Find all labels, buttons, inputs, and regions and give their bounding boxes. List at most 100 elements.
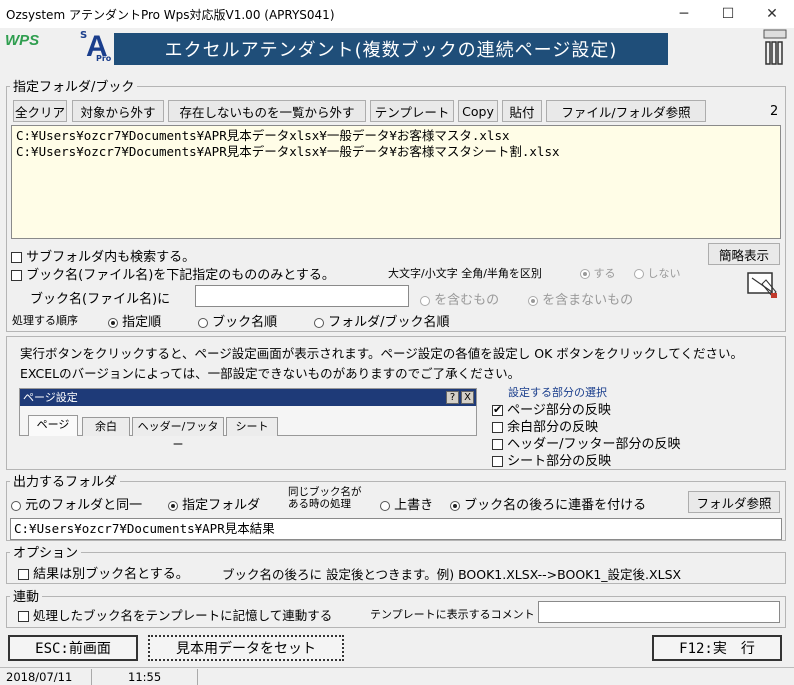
contains-radio[interactable]: [420, 295, 430, 306]
output-path-input[interactable]: C:¥Users¥ozcr7¥Documents¥APR見本結果: [10, 518, 782, 540]
clipboard-icon[interactable]: [760, 28, 790, 68]
overwrite-label: 上書き: [394, 498, 434, 513]
output-group-title: 出力するフォルダ: [10, 471, 121, 490]
tab-header-footer: ヘッダー/フッター: [132, 417, 224, 451]
same-name-label: 同じブック名が ある時の処理: [288, 486, 362, 510]
app-logo-pro: Pro: [96, 54, 112, 63]
esc-back-button[interactable]: ESC:前画面: [8, 635, 138, 661]
list-item[interactable]: C:¥Users¥ozcr7¥Documents¥APR見本データxlsx¥一般…: [16, 144, 776, 160]
link-template-option[interactable]: 処理したブック名をテンプレートに記憶して連動する: [18, 605, 332, 624]
overwrite-option[interactable]: 上書き: [380, 494, 433, 513]
close-icon: X: [461, 391, 474, 404]
run-button[interactable]: F12:実 行: [652, 635, 782, 661]
info-line-1: 実行ボタンをクリックすると、ページ設定画面が表示されます。ページ設定の各値を設定…: [20, 346, 743, 361]
case-no-option[interactable]: しない: [634, 265, 681, 281]
remove-from-target-button[interactable]: 対象から外す: [72, 100, 164, 122]
app-logo: S A Pro: [80, 30, 112, 64]
tab-sheet: シート: [226, 417, 278, 436]
not-contains-label: を含まないもの: [542, 293, 634, 308]
order-specified-radio[interactable]: [108, 317, 118, 328]
output-same-folder-option[interactable]: 元のフォルダと同一: [11, 494, 142, 513]
same-name-line-1: 同じブック名が: [288, 486, 362, 498]
bookname-input[interactable]: [195, 285, 409, 307]
not-contains-radio[interactable]: [528, 295, 538, 306]
tab-margin: 余白: [82, 417, 130, 436]
overwrite-radio[interactable]: [380, 500, 390, 511]
output-specified-folder-radio[interactable]: [168, 500, 178, 511]
set-sample-data-button[interactable]: 見本用データをセット: [148, 635, 344, 661]
minimize-button[interactable]: ─: [662, 0, 706, 28]
brief-view-button[interactable]: 簡略表示: [708, 243, 780, 265]
reflect-sheet-checkbox[interactable]: [492, 456, 503, 467]
file-folder-browse-button[interactable]: ファイル/フォルダ参照: [546, 100, 706, 122]
image-preview-icon[interactable]: [746, 270, 780, 300]
append-number-label: ブック名の後ろに連番を付ける: [464, 498, 647, 513]
title-bar: Ozsystem アテンダントPro Wps対応版V1.00 (APRYS041…: [0, 0, 794, 28]
bookname-only-option[interactable]: ブック名(ファイル名)を下記指定のもののみとする。: [11, 264, 335, 283]
same-name-line-2: ある時の処理: [288, 498, 351, 510]
separate-book-option[interactable]: 結果は別ブック名とする。: [18, 563, 189, 582]
reflect-header-footer-checkbox[interactable]: [492, 439, 503, 450]
link-template-label: 処理したブック名をテンプレートに記憶して連動する: [32, 608, 333, 623]
order-folder-bookname-option[interactable]: フォルダ/ブック名順: [314, 311, 450, 330]
bookname-only-label: ブック名(ファイル名)を下記指定のもののみとする。: [26, 268, 335, 283]
subfolder-label: サブフォルダ内も検索する。: [26, 250, 196, 265]
order-bookname-option[interactable]: ブック名順: [198, 311, 277, 330]
reflect-page-checkbox[interactable]: [492, 403, 503, 416]
bookname-only-checkbox[interactable]: [11, 270, 22, 281]
order-specified-option[interactable]: 指定順: [108, 311, 161, 330]
bookname-label: ブック名(ファイル名)に: [30, 292, 171, 307]
order-bookname-radio[interactable]: [198, 317, 208, 328]
wps-logo: WPS: [5, 32, 40, 49]
info-line-2: EXCELのバージョンによっては、一部設定できないものがありますのでご了承くださ…: [20, 366, 521, 381]
case-yes-radio[interactable]: [580, 269, 590, 279]
case-yes-label: する: [593, 267, 616, 280]
remove-missing-button[interactable]: 存在しないものを一覧から外す: [168, 100, 366, 122]
order-folder-bookname-label: フォルダ/ブック名順: [328, 315, 450, 330]
comment-label: テンプレートに表示するコメント: [370, 608, 535, 621]
folder-group-title: 指定フォルダ/ブック: [10, 76, 138, 95]
case-yes-option[interactable]: する: [580, 265, 616, 281]
link-template-checkbox[interactable]: [18, 611, 29, 622]
output-specified-folder-option[interactable]: 指定フォルダ: [168, 494, 260, 513]
subfolder-checkbox[interactable]: [11, 252, 22, 263]
status-time: 11:55: [122, 669, 198, 685]
append-number-option[interactable]: ブック名の後ろに連番を付ける: [450, 494, 646, 513]
maximize-button[interactable]: ☐: [706, 0, 750, 28]
output-specified-folder-label: 指定フォルダ: [182, 498, 261, 513]
case-sensitive-label: 大文字/小文字 全角/半角を区別: [388, 267, 542, 280]
status-bar: 2018/07/11 11:55: [0, 667, 794, 685]
reflect-margin-checkbox[interactable]: [492, 422, 503, 433]
reflect-sheet-option[interactable]: シート部分の反映: [492, 450, 611, 469]
append-number-radio[interactable]: [450, 500, 460, 511]
reflect-sheet-label: シート部分の反映: [507, 454, 612, 469]
clear-all-button[interactable]: 全クリア: [13, 100, 67, 122]
separate-book-note: ブック名の後ろに 設定後とつきます。例) BOOK1.XLSX-->BOOK1_…: [222, 567, 682, 582]
separate-book-checkbox[interactable]: [18, 569, 29, 580]
paste-button[interactable]: 貼付: [502, 100, 542, 122]
header-title: エクセルアテンダント(複数ブックの連続ページ設定): [114, 33, 668, 65]
output-same-folder-radio[interactable]: [11, 500, 21, 511]
folder-browse-button[interactable]: フォルダ参照: [688, 491, 780, 513]
not-contains-option[interactable]: を含まないもの: [528, 289, 633, 308]
output-same-folder-label: 元のフォルダと同一: [25, 498, 143, 513]
link-group-title: 連動: [10, 586, 43, 605]
subfolder-option[interactable]: サブフォルダ内も検索する。: [11, 246, 195, 265]
list-item[interactable]: C:¥Users¥ozcr7¥Documents¥APR見本データxlsx¥一般…: [16, 128, 776, 144]
case-no-radio[interactable]: [634, 269, 644, 279]
comment-input[interactable]: [538, 601, 780, 623]
page-setup-preview: ページ設定 ? X ページ 余白 ヘッダー/フッター シート: [19, 388, 477, 451]
order-bookname-label: ブック名順: [212, 315, 278, 330]
help-icon: ?: [446, 391, 459, 404]
contains-option[interactable]: を含むもの: [420, 289, 499, 308]
close-button[interactable]: ✕: [750, 0, 794, 28]
status-date: 2018/07/11: [0, 669, 92, 685]
order-label: 処理する順序: [12, 314, 78, 327]
file-count: 2: [770, 104, 779, 119]
window-title: Ozsystem アテンダントPro Wps対応版V1.00 (APRYS041…: [6, 8, 335, 22]
copy-button[interactable]: Copy: [458, 100, 498, 122]
template-button[interactable]: テンプレート: [370, 100, 454, 122]
order-folder-bookname-radio[interactable]: [314, 317, 324, 328]
reflect-title: 設定する部分の選択: [508, 386, 607, 399]
file-list[interactable]: C:¥Users¥ozcr7¥Documents¥APR見本データxlsx¥一般…: [11, 125, 781, 239]
